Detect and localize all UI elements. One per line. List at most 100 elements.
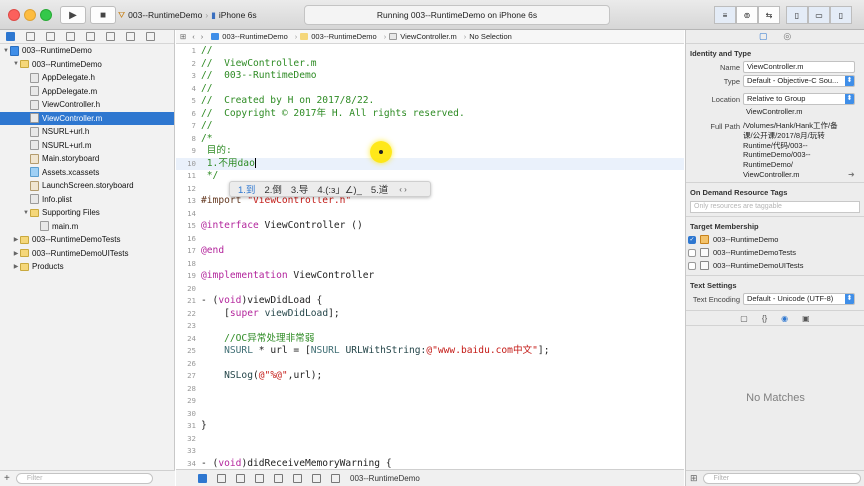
disclosure-triangle-icon[interactable]: ▶ (12, 250, 20, 257)
line-number[interactable]: 17 (176, 245, 196, 258)
target-checkbox[interactable] (688, 248, 696, 257)
assistant-editor-button[interactable]: ⊚ (736, 6, 758, 24)
report-navigator-tab-icon[interactable] (146, 32, 155, 41)
file-tree-item[interactable]: NSURL+url.m (0, 139, 174, 153)
code-line[interactable]: 4 // (176, 83, 684, 96)
code-line[interactable]: 14 (176, 208, 684, 221)
step-out-icon[interactable] (274, 473, 283, 483)
pause-icon[interactable] (217, 473, 226, 483)
code-line[interactable]: 26 (176, 358, 684, 371)
ime-candidate[interactable]: 4.(:з」∠)_ (317, 182, 362, 196)
code-line[interactable]: 22 [super viewDidLoad]; (176, 308, 684, 321)
file-tree-item[interactable]: Info.plist (0, 193, 174, 207)
symbol-navigator-tab-icon[interactable] (26, 32, 35, 41)
code-line[interactable]: 24 //OC异常处理非常弱 (176, 333, 684, 346)
debug-navigator-tab-icon[interactable] (106, 32, 115, 41)
line-number[interactable]: 5 (176, 95, 196, 108)
disclosure-triangle-icon[interactable]: ▶ (12, 236, 20, 243)
code-line[interactable]: 20 (176, 283, 684, 296)
ime-candidate[interactable]: 1.到 (238, 182, 255, 196)
code-line[interactable]: 10 1.不用dao (176, 157, 684, 171)
encoding-popup[interactable]: Default - Unicode (UTF-8) (743, 293, 855, 305)
line-number[interactable]: 32 (176, 433, 196, 446)
breakpoints-toggle-icon[interactable] (198, 473, 207, 483)
back-icon[interactable]: ‹ (192, 32, 195, 41)
line-number[interactable]: 15 (176, 220, 196, 233)
code-line[interactable]: 32 (176, 433, 684, 446)
code-line[interactable]: 5 // Created by H on 2017/8/22. (176, 95, 684, 108)
code-line[interactable]: 7 // (176, 120, 684, 133)
zoom-window-button[interactable] (40, 9, 52, 21)
disclosure-triangle-icon[interactable]: ▶ (12, 263, 20, 270)
grid-view-icon[interactable]: ⊞ (690, 473, 698, 484)
disclosure-triangle-icon[interactable]: ▼ (12, 61, 20, 67)
file-tree-item[interactable]: Main.storyboard (0, 152, 174, 166)
line-number[interactable]: 12 (176, 183, 196, 196)
file-inspector-icon[interactable]: ▢ (759, 31, 768, 42)
forward-icon[interactable]: › (201, 32, 204, 41)
line-number[interactable]: 26 (176, 358, 196, 371)
line-number[interactable]: 3 (176, 70, 196, 83)
code-line[interactable]: 6 // Copyright © 2017年 H. All rights rese… (176, 108, 684, 121)
library-filter-input[interactable]: Filter (702, 473, 861, 484)
code-line[interactable]: 16 (176, 233, 684, 246)
code-line[interactable]: 3 // 003--RuntimeDemo (176, 70, 684, 83)
navigator-filter-input[interactable]: Filter (15, 473, 153, 484)
line-number[interactable]: 19 (176, 270, 196, 283)
code-area[interactable]: 1 // 2 // ViewController.m 3 // 003--RuntimeD… (176, 45, 684, 469)
line-number[interactable]: 21 (176, 295, 196, 308)
file-tree-item[interactable]: ▶ 003--RuntimeDemoUITests (0, 247, 174, 261)
code-line[interactable]: 18 (176, 258, 684, 271)
line-number[interactable]: 18 (176, 258, 196, 271)
ime-candidate[interactable]: 2.倒 (264, 182, 281, 196)
project-navigator-tab-icon[interactable] (6, 32, 15, 41)
code-line[interactable]: 21 - (void)viewDidLoad { (176, 295, 684, 308)
find-navigator-tab-icon[interactable] (46, 32, 55, 41)
code-line[interactable]: 31} (176, 420, 684, 433)
file-tree-item[interactable]: ▼ 003--RuntimeDemo (0, 44, 174, 58)
location-icon[interactable] (331, 473, 340, 483)
file-tree-item[interactable]: ▶ Products (0, 260, 174, 274)
line-number[interactable]: 30 (176, 408, 196, 421)
file-tree-item[interactable]: ▼ Supporting Files (0, 206, 174, 220)
line-number[interactable]: 22 (176, 308, 196, 321)
step-over-icon[interactable] (236, 473, 245, 483)
name-field[interactable]: ViewController.m (743, 61, 855, 73)
quick-help-icon[interactable]: ◎ (783, 31, 791, 42)
target-checkbox[interactable] (688, 261, 696, 270)
memory-graph-icon[interactable] (312, 473, 321, 483)
line-number[interactable]: 6 (176, 108, 196, 121)
line-number[interactable]: 31 (176, 420, 196, 433)
code-line[interactable]: 15 @interface ViewController () (176, 220, 684, 233)
location-popup[interactable]: Relative to Group (743, 93, 855, 105)
line-number[interactable]: 8 (176, 133, 196, 146)
code-line[interactable]: 1 // (176, 45, 684, 58)
reveal-arrow-icon[interactable]: ➜ (848, 170, 855, 179)
disclosure-triangle-icon[interactable]: ▼ (22, 210, 30, 216)
toggle-debug-area-button[interactable]: ▭ (808, 6, 830, 24)
minimize-window-button[interactable] (24, 9, 36, 21)
toggle-utilities-button[interactable]: ▯ (830, 6, 852, 24)
line-number[interactable]: 27 (176, 370, 196, 383)
line-number[interactable]: 25 (176, 345, 196, 358)
code-snippet-icon[interactable]: {} (762, 314, 767, 323)
code-line[interactable]: 29 (176, 395, 684, 408)
line-number[interactable]: 10 (176, 158, 196, 171)
code-line[interactable]: 33 (176, 445, 684, 458)
line-number[interactable]: 7 (176, 120, 196, 133)
media-library-icon[interactable]: ▣ (802, 314, 810, 323)
file-tree-item[interactable]: AppDelegate.h (0, 71, 174, 85)
ime-page-arrows-icon[interactable]: ‹ › (399, 185, 407, 194)
toggle-navigator-button[interactable]: ▯ (786, 6, 808, 24)
file-tree-item[interactable]: ▼ 003--RuntimeDemo (0, 58, 174, 72)
disclosure-triangle-icon[interactable]: ▼ (2, 48, 10, 54)
add-icon[interactable]: + (4, 473, 10, 484)
stop-button[interactable]: ■ (90, 6, 116, 24)
code-line[interactable]: 25 NSURL * url = [NSURL URLWithString:@"… (176, 345, 684, 358)
test-navigator-tab-icon[interactable] (86, 32, 95, 41)
code-line[interactable]: 17 @end (176, 245, 684, 258)
line-number[interactable]: 33 (176, 445, 196, 458)
jump-item-file[interactable]: ViewController.m (389, 32, 457, 41)
line-number[interactable]: 9 (176, 145, 196, 158)
line-number[interactable]: 28 (176, 383, 196, 396)
